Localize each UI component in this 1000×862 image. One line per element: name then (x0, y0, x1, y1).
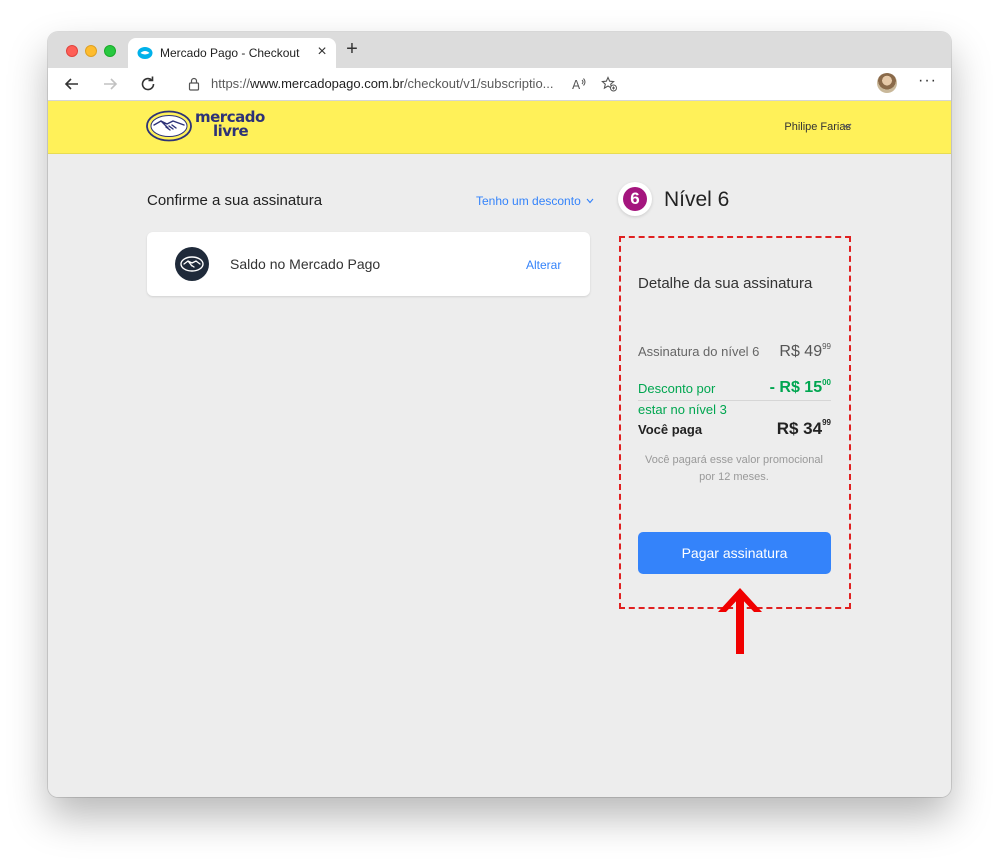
more-options-icon[interactable]: ··· (918, 72, 937, 90)
chevron-down-icon[interactable] (586, 198, 594, 204)
handshake-icon (175, 247, 209, 281)
level-badge: 6 (618, 182, 652, 216)
chevron-down-icon[interactable] (842, 122, 852, 130)
subscription-detail-title: Detalhe da sua assinatura (638, 275, 813, 292)
tab-title: Mercado Pago - Checkout (160, 46, 300, 60)
discount-label: Desconto por estar no nível 3 (638, 381, 727, 417)
level-number: 6 (623, 187, 647, 211)
new-tab-button[interactable]: + (342, 38, 362, 60)
divider (638, 400, 831, 401)
tab-bar: Mercado Pago - Checkout × + (48, 32, 951, 68)
address-bar[interactable]: https://www.mercadopago.com.br/checkout/… (173, 71, 626, 97)
read-aloud-icon[interactable]: A (571, 76, 587, 92)
close-window-button[interactable] (66, 45, 78, 57)
level-title: Nível 6 (664, 188, 730, 211)
site-header: mercado livre Philipe Farias (48, 101, 951, 154)
url-text: https://www.mercadopago.com.br/checkout/… (211, 76, 554, 91)
forward-icon[interactable] (100, 74, 120, 94)
close-tab-icon[interactable]: × (314, 43, 330, 61)
subscription-price: R$ 4999 (779, 342, 831, 360)
browser-window: Mercado Pago - Checkout × + https://www.… (48, 32, 951, 797)
minimize-window-button[interactable] (85, 45, 97, 57)
total-price: R$ 3499 (776, 418, 831, 438)
pay-subscription-button[interactable]: Pagar assinatura (638, 532, 831, 574)
checkout-content: Confirme a sua assinatura Tenho um desco… (48, 154, 951, 797)
promo-note: Você pagará esse valor promocional por 1… (645, 454, 823, 483)
subscription-label: Assinatura do nível 6 (638, 344, 760, 359)
mercadolivre-handshake-logo-icon[interactable] (146, 110, 192, 142)
total-label: Você paga (638, 422, 703, 437)
discount-link[interactable]: Tenho um desconto (476, 194, 581, 208)
favorite-star-icon[interactable] (601, 76, 617, 92)
lock-icon (188, 77, 200, 91)
mercadolivre-wordmark: mercado livre (195, 108, 265, 140)
red-arrow-up-icon (718, 588, 762, 654)
page-title: Confirme a sua assinatura (147, 192, 323, 209)
profile-avatar[interactable] (877, 73, 897, 93)
back-icon[interactable] (62, 74, 82, 94)
browser-toolbar: https://www.mercadopago.com.br/checkout/… (48, 68, 951, 101)
payment-method-card: Saldo no Mercado Pago Alterar (147, 232, 590, 296)
svg-text:A: A (572, 78, 581, 92)
change-payment-link[interactable]: Alterar (526, 258, 561, 272)
reload-icon[interactable] (138, 74, 158, 94)
discount-price: - R$ 1500 (769, 378, 831, 396)
maximize-window-button[interactable] (104, 45, 116, 57)
tab-checkout[interactable]: Mercado Pago - Checkout × (128, 38, 336, 68)
user-menu[interactable]: Philipe Farias (784, 121, 851, 133)
mercadopago-favicon-icon (137, 47, 153, 59)
payment-method-label: Saldo no Mercado Pago (230, 256, 381, 272)
